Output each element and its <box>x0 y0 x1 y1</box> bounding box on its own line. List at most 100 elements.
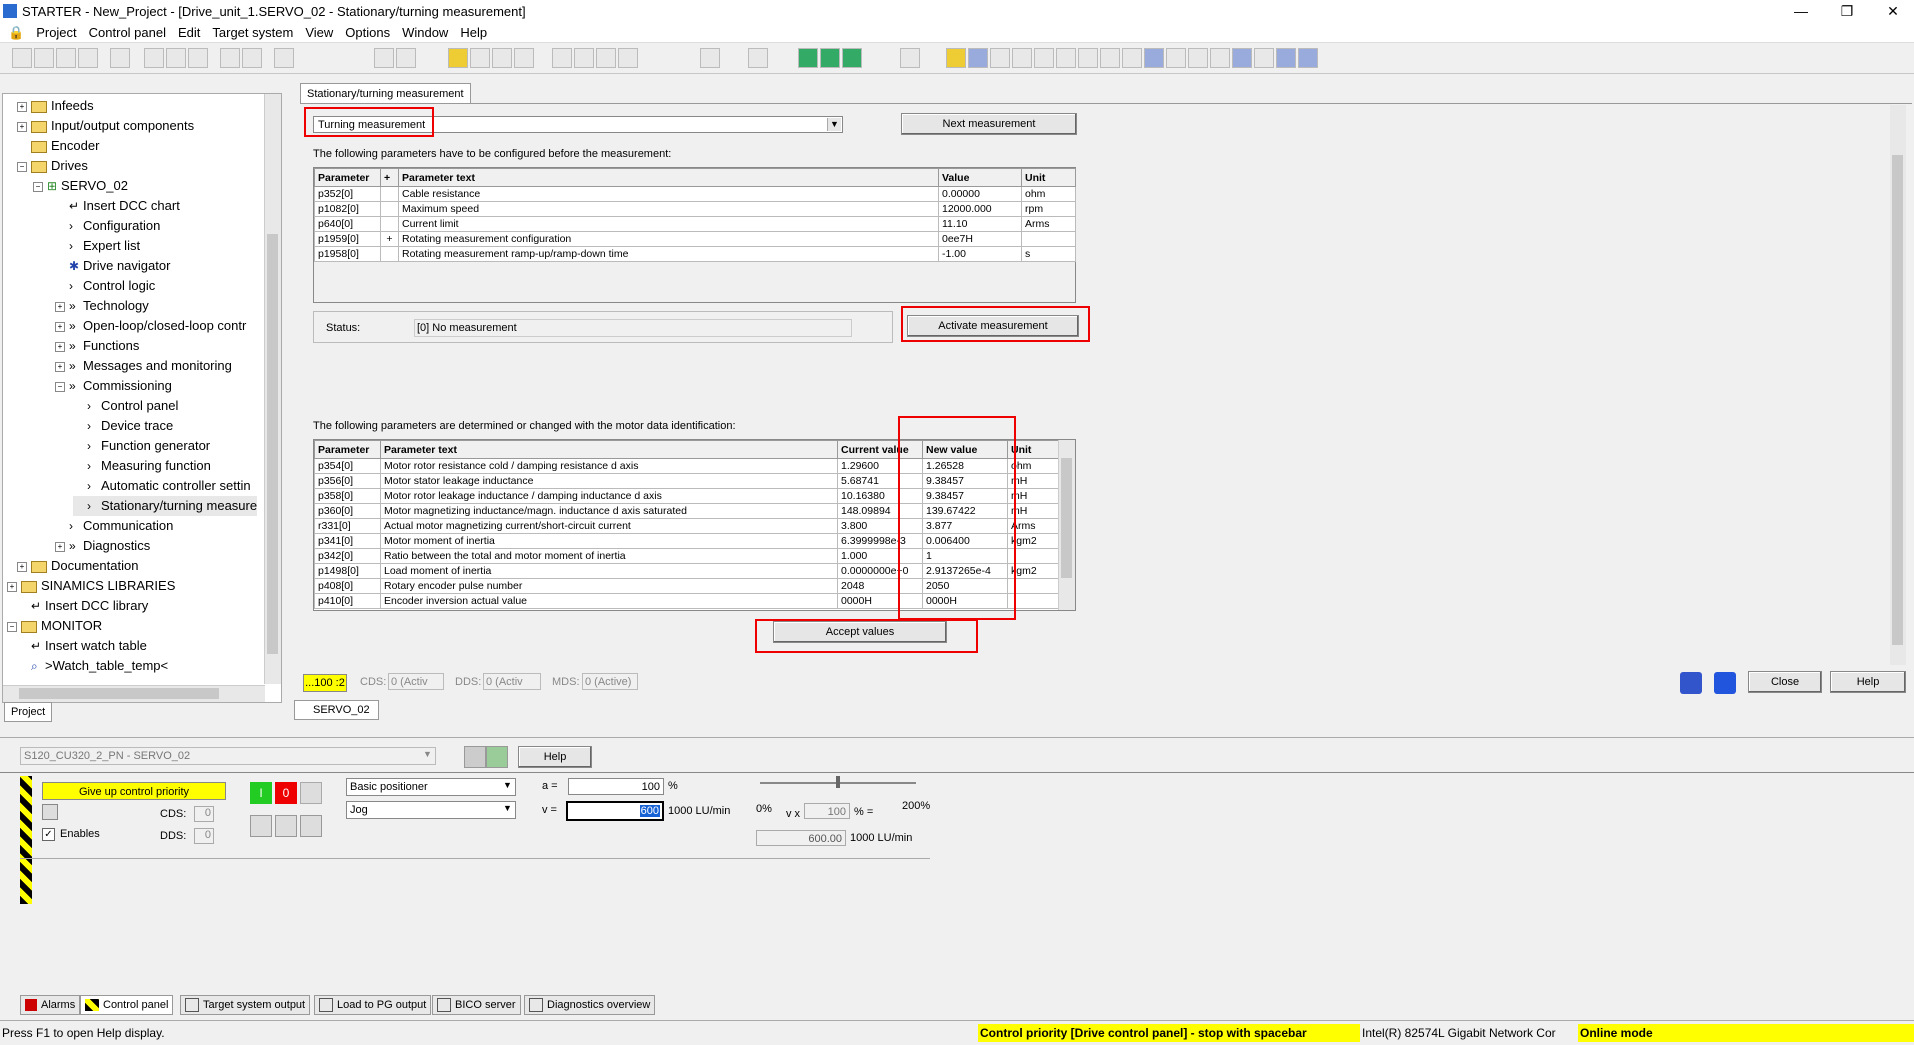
config-cell[interactable]: 0.00000 <box>938 186 1022 202</box>
tab-control-panel[interactable]: Control panel <box>80 995 174 1015</box>
tab-servo02[interactable]: SERVO_02 <box>294 700 379 720</box>
tree-item-insert-dcc-chart[interactable]: ↵ Insert DCC chart <box>55 196 180 216</box>
expand-icon[interactable]: + <box>55 541 65 552</box>
gear-icon[interactable] <box>1680 672 1702 694</box>
close-button[interactable]: Close <box>1748 671 1822 693</box>
tree-item-configuration[interactable]: › Configuration <box>55 216 160 236</box>
tool11-icon[interactable] <box>1100 48 1120 68</box>
tool1-icon[interactable] <box>552 48 572 68</box>
undo-icon[interactable] <box>220 48 240 68</box>
tree-item-insert-dcc-library[interactable]: ↵ Insert DCC library <box>17 596 148 616</box>
menu-app-icon[interactable]: 🔒 <box>0 22 30 44</box>
expand-icon[interactable]: − <box>33 181 43 192</box>
tree-item-drives[interactable]: − Drives <box>17 156 88 176</box>
tree-item-servo-02[interactable]: − ⊞ SERVO_02 <box>33 176 128 196</box>
mds-select[interactable]: 0 (Active) <box>582 673 638 690</box>
paste-icon[interactable] <box>188 48 208 68</box>
tool2-icon[interactable] <box>574 48 594 68</box>
tree-item-commissioning[interactable]: −» Commissioning <box>55 376 172 396</box>
expand-icon[interactable]: − <box>7 621 17 632</box>
chevron-down-icon[interactable]: ▼ <box>501 803 514 817</box>
x-icon[interactable] <box>374 48 394 68</box>
menu-project[interactable]: Project <box>30 22 82 43</box>
tool17-icon[interactable] <box>1232 48 1252 68</box>
tree-item-control-panel[interactable]: › Control panel <box>73 396 178 416</box>
tool5-icon[interactable] <box>946 48 966 68</box>
tree-item-watch-table-temp[interactable]: ⌕ >Watch_table_temp< <box>17 656 168 676</box>
dds-select[interactable]: 0 (Activ <box>483 673 541 690</box>
chevron-down-icon[interactable]: ▼ <box>827 118 841 131</box>
tool3-icon[interactable] <box>596 48 616 68</box>
gear-icon[interactable] <box>968 48 988 68</box>
tree-item-measuring-function[interactable]: › Measuring function <box>73 456 211 476</box>
cut-icon[interactable] <box>144 48 164 68</box>
expand-icon[interactable]: + <box>55 321 65 332</box>
tool7-icon[interactable] <box>1012 48 1032 68</box>
tool14-icon[interactable] <box>1166 48 1186 68</box>
expand-icon[interactable]: + <box>55 301 65 312</box>
tree-item-diagnostics[interactable]: + » Diagnostics <box>55 536 150 556</box>
direction-icon[interactable] <box>250 815 272 837</box>
new-icon[interactable] <box>12 48 32 68</box>
tool12-icon[interactable] <box>1122 48 1142 68</box>
tree-item-drive-navigator[interactable]: ✱ Drive navigator <box>55 256 170 276</box>
download2-icon[interactable] <box>492 48 512 68</box>
panel-dds-value[interactable]: 0 <box>194 828 214 844</box>
menu-window[interactable]: Window <box>396 22 454 43</box>
tool13-icon[interactable] <box>1144 48 1164 68</box>
tree-item-functions[interactable]: + » Functions <box>55 336 139 356</box>
trace-icon[interactable] <box>798 48 818 68</box>
next-measurement-button[interactable]: Next measurement <box>901 113 1077 135</box>
tree-item-input-output-components[interactable]: + Input/output components <box>17 116 194 136</box>
tree-item-automatic-controller-settin[interactable]: › Automatic controller settin <box>73 476 251 496</box>
tab-alarms[interactable]: Alarms <box>20 995 81 1015</box>
positioner-select[interactable]: Basic positioner ▼ <box>346 778 516 796</box>
menu-edit[interactable]: Edit <box>172 22 206 43</box>
jog-select[interactable]: Jog ▼ <box>346 801 516 819</box>
trace2-icon[interactable] <box>820 48 840 68</box>
restore-button[interactable]: ❐ <box>1824 0 1870 22</box>
tree-item-insert-watch-table[interactable]: ↵ Insert watch table <box>17 636 147 656</box>
x2-icon[interactable] <box>396 48 416 68</box>
main-scrollbar[interactable] <box>1890 105 1906 665</box>
panel-cds-value[interactable]: 0 <box>194 806 214 822</box>
tool18-icon[interactable] <box>1254 48 1274 68</box>
tree-item-expert-list[interactable]: › Expert list <box>55 236 140 256</box>
tool10-icon[interactable] <box>1078 48 1098 68</box>
main-scroll-thumb[interactable] <box>1892 155 1903 645</box>
save-icon[interactable] <box>56 48 76 68</box>
tree-item-stationary-turning-measure[interactable]: › Stationary/turning measure <box>73 496 258 516</box>
expand-icon[interactable]: + <box>55 361 65 372</box>
tree-item-open-loop-closed-loop-contr[interactable]: + » Open-loop/closed-loop contr <box>55 316 246 336</box>
tool15-icon[interactable] <box>1188 48 1208 68</box>
drive-select[interactable]: S120_CU320_2_PN - SERVO_02 ▼ <box>20 747 436 765</box>
brake-icon[interactable] <box>300 815 322 837</box>
tool8-icon[interactable] <box>1034 48 1054 68</box>
config-icon[interactable] <box>700 48 720 68</box>
cds-select[interactable]: 0 (Activ <box>388 673 444 690</box>
tree-item-documentation[interactable]: + Documentation <box>17 556 138 576</box>
drive-on-button[interactable]: I <box>250 782 272 804</box>
override-slider-handle[interactable] <box>836 776 840 788</box>
tool20-icon[interactable] <box>1298 48 1318 68</box>
result-scrollbar[interactable] <box>1058 440 1075 610</box>
tree-item-control-logic[interactable]: › Control logic <box>55 276 155 296</box>
config-cell[interactable]: 11.10 <box>938 216 1022 232</box>
tab-stationary-turning[interactable]: Stationary/turning measurement <box>300 83 471 104</box>
drive-off-button[interactable]: 0 <box>275 782 297 804</box>
open-icon[interactable] <box>34 48 54 68</box>
expand-icon[interactable]: + <box>17 121 27 132</box>
tree-item-infeeds[interactable]: + Infeeds <box>17 96 94 116</box>
tree-item-messages-and-monitoring[interactable]: + » Messages and monitoring <box>55 356 232 376</box>
tree-scroll-thumb[interactable] <box>267 234 278 654</box>
velocity-input[interactable]: 600 <box>566 801 664 821</box>
panel-help-button[interactable]: Help <box>518 746 592 768</box>
list-icon[interactable] <box>900 48 920 68</box>
tab-project[interactable]: Project <box>4 702 53 722</box>
tool19-icon[interactable] <box>1276 48 1296 68</box>
enables-checkbox[interactable]: ✓ <box>42 828 55 841</box>
menu-help[interactable]: Help <box>454 22 493 43</box>
tab-diagnostics[interactable]: Diagnostics overview <box>524 995 656 1015</box>
expand-icon[interactable]: − <box>55 381 65 392</box>
help-cursor-icon[interactable] <box>274 48 294 68</box>
